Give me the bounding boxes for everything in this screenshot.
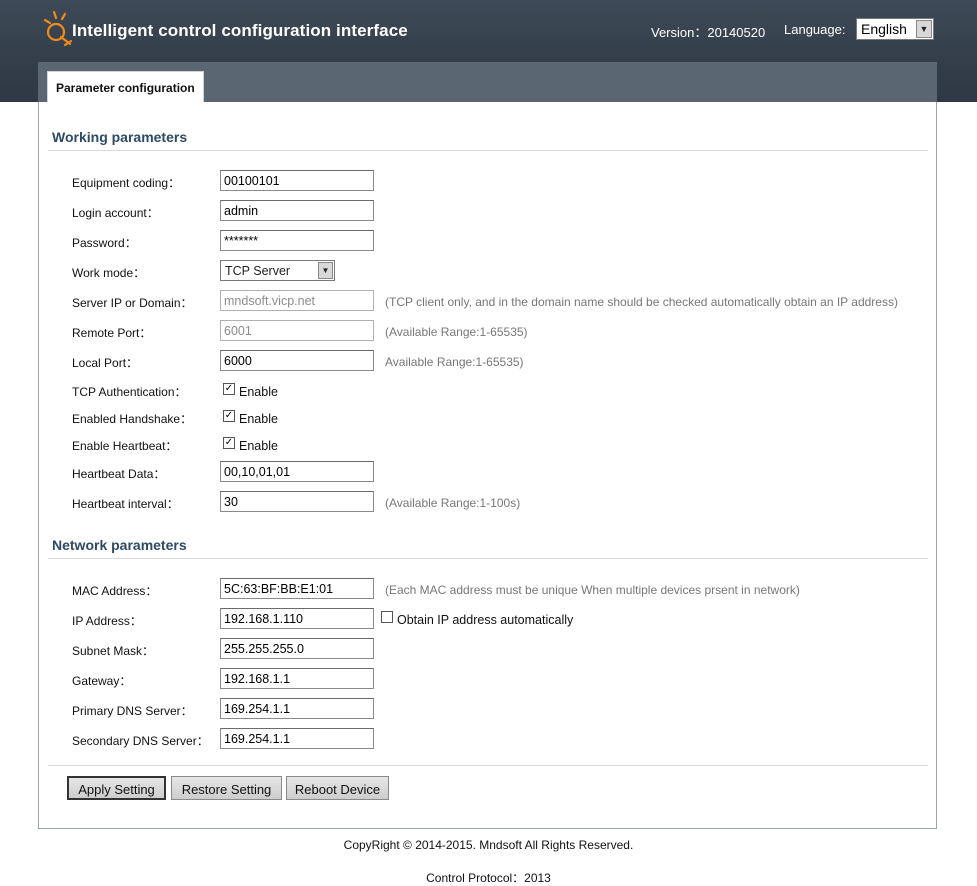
secondary-dns-input[interactable]: 169.254.1.1 <box>220 728 374 749</box>
heartbeat-checkbox[interactable]: ✓ <box>223 437 235 449</box>
work-mode-label: Work mode： <box>72 266 146 280</box>
secondary-dns-label: Secondary DNS Server： <box>72 734 209 748</box>
handshake-label: Enabled Handshake： <box>72 412 193 426</box>
gateway-input[interactable]: 192.168.1.1 <box>220 668 374 689</box>
server-ip-hint: (TCP client only, and in the domain name… <box>385 295 898 309</box>
heartbeat-interval-hint: (Available Range:1-100s) <box>385 496 521 510</box>
section-divider <box>48 765 928 766</box>
restore-setting-button[interactable]: Restore Setting <box>171 776 282 800</box>
heartbeat-data-input[interactable]: 00,10,01,01 <box>220 461 374 482</box>
heartbeat-interval-label: Heartbeat interval： <box>72 497 179 511</box>
heartbeat-data-label: Heartbeat Data： <box>72 467 166 481</box>
tcp-auth-option: Enable <box>239 385 278 399</box>
password-input[interactable]: ******* <box>220 230 374 251</box>
apply-setting-button[interactable]: Apply Setting <box>67 776 166 800</box>
section-divider <box>48 558 928 559</box>
heartbeat-interval-input[interactable]: 30 <box>220 491 374 512</box>
ip-address-input[interactable]: 192.168.1.110 <box>220 608 374 629</box>
server-ip-label: Server IP or Domain： <box>72 296 193 310</box>
login-account-input[interactable]: admin <box>220 200 374 221</box>
subnet-mask-input[interactable]: 255.255.255.0 <box>220 638 374 659</box>
gateway-label: Gateway： <box>72 674 132 688</box>
reboot-device-button[interactable]: Reboot Device <box>286 776 389 800</box>
mac-address-hint: (Each MAC address must be unique When mu… <box>385 583 800 597</box>
chevron-down-icon[interactable]: ▼ <box>916 20 932 38</box>
section-title-network: Network parameters <box>52 537 187 553</box>
local-port-label: Local Port： <box>72 356 139 370</box>
equipment-coding-label: Equipment coding： <box>72 176 181 190</box>
chevron-down-icon[interactable]: ▼ <box>318 262 333 279</box>
mac-address-label: MAC Address： <box>72 584 158 598</box>
work-mode-value: TCP Server <box>225 264 291 278</box>
tcp-auth-checkbox[interactable]: ✓ <box>223 383 235 395</box>
local-port-input[interactable]: 6000 <box>220 350 374 371</box>
mac-address-input[interactable]: 5C:63:BF:BB:E1:01 <box>220 578 374 599</box>
handshake-option: Enable <box>239 412 278 426</box>
version-label: Version：20140520 <box>651 25 766 40</box>
language-label: Language: <box>784 22 846 37</box>
language-select[interactable]: English ▼ <box>856 18 934 40</box>
login-account-label: Login account： <box>72 206 159 220</box>
remote-port-hint: (Available Range:1-65535) <box>385 325 528 339</box>
language-value: English <box>861 21 907 37</box>
config-panel <box>38 102 937 829</box>
equipment-coding-input[interactable]: 00100101 <box>220 170 374 191</box>
password-label: Password： <box>72 236 137 250</box>
remote-port-label: Remote Port： <box>72 326 152 340</box>
heartbeat-label: Enable Heartbeat： <box>72 439 178 453</box>
handshake-checkbox[interactable]: ✓ <box>223 410 235 422</box>
primary-dns-input[interactable]: 169.254.1.1 <box>220 698 374 719</box>
section-title-working: Working parameters <box>52 129 188 145</box>
control-protocol-text: Control Protocol：2013 <box>426 871 551 885</box>
work-mode-select[interactable]: TCP Server ▼ <box>220 260 335 281</box>
primary-dns-label: Primary DNS Server： <box>72 704 193 718</box>
obtain-ip-auto-checkbox[interactable] <box>381 611 393 623</box>
local-port-hint: Available Range:1-65535) <box>385 355 524 369</box>
app-title: Intelligent control configuration interf… <box>72 21 408 40</box>
copyright-text: CopyRight © 2014-2015. Mndsoft All Right… <box>343 838 634 852</box>
tcp-auth-label: TCP Authentication： <box>72 385 187 399</box>
remote-port-input[interactable]: 6001 <box>220 320 374 341</box>
subnet-mask-label: Subnet Mask： <box>72 644 155 658</box>
section-divider <box>48 150 928 151</box>
server-ip-input[interactable]: mndsoft.vicp.net <box>220 290 374 311</box>
ip-address-label: IP Address： <box>72 614 142 628</box>
heartbeat-option: Enable <box>239 439 278 453</box>
obtain-ip-auto-option: Obtain IP address automatically <box>397 613 574 627</box>
lightbulb-logo-icon <box>43 11 73 47</box>
tab-parameter-configuration[interactable]: Parameter configuration <box>47 71 204 103</box>
